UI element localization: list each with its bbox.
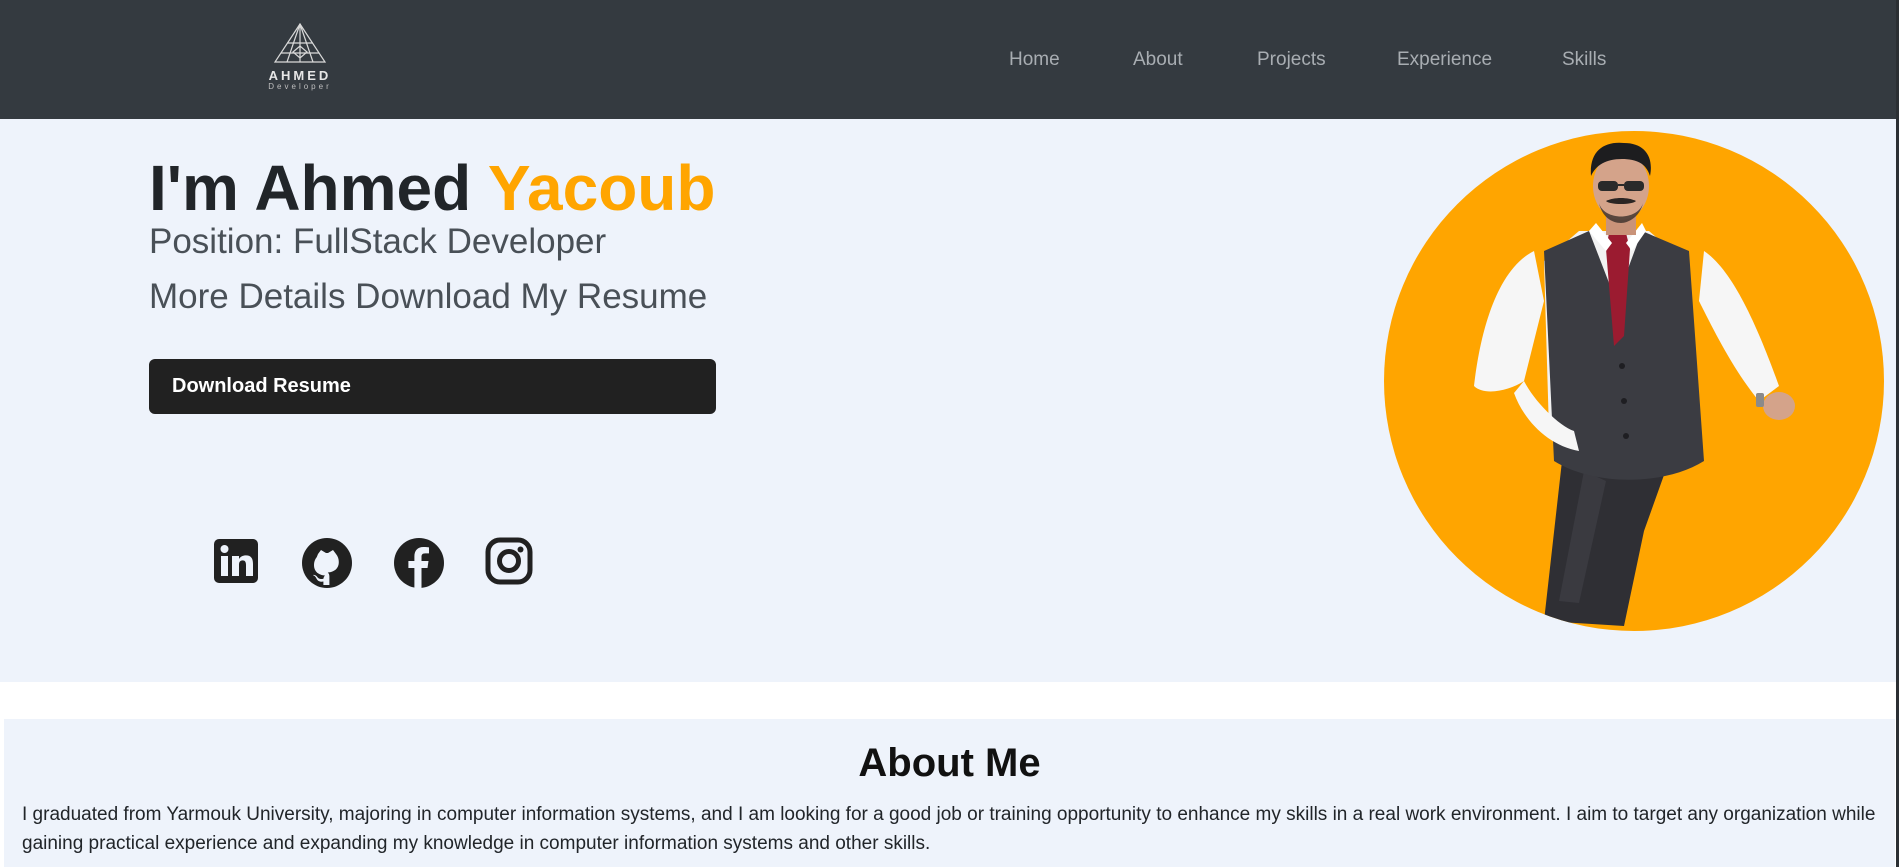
instagram-link[interactable] bbox=[485, 537, 537, 589]
facebook-icon bbox=[394, 538, 444, 588]
hero-title: I'm Ahmed Yacoub bbox=[149, 149, 715, 227]
brand-logo[interactable]: AHMED Developer bbox=[255, 22, 345, 94]
github-link[interactable] bbox=[301, 537, 353, 589]
nav-link-experience[interactable]: Experience bbox=[1397, 47, 1492, 73]
hero-details: More Details Download My Resume bbox=[149, 277, 708, 316]
instagram-icon bbox=[485, 537, 533, 585]
github-icon bbox=[302, 538, 352, 588]
nav-link-about[interactable]: About bbox=[1133, 47, 1183, 73]
about-section: About Me I graduated from Yarmouk Univer… bbox=[4, 719, 1895, 867]
section-divider bbox=[0, 682, 1899, 719]
nav-link-home[interactable]: Home bbox=[1009, 47, 1060, 73]
download-resume-button[interactable]: Download Resume bbox=[149, 359, 716, 414]
brand-subtitle: Developer bbox=[268, 82, 332, 91]
hero-position: Position: FullStack Developer bbox=[149, 222, 607, 261]
about-title: About Me bbox=[858, 741, 1041, 785]
nav-link-projects[interactable]: Projects bbox=[1257, 47, 1326, 73]
hero-title-prefix: I'm Ahmed bbox=[149, 152, 488, 224]
hero-section: I'm Ahmed Yacoub Position: FullStack Dev… bbox=[0, 119, 1899, 682]
hero-title-accent: Yacoub bbox=[487, 152, 716, 224]
nav-link-skills[interactable]: Skills bbox=[1562, 47, 1606, 73]
linkedin-icon bbox=[214, 539, 258, 583]
about-text: I graduated from Yarmouk University, maj… bbox=[22, 804, 1876, 854]
profile-avatar bbox=[1384, 131, 1884, 631]
navbar: AHMED Developer Home About Projects Expe… bbox=[0, 0, 1899, 119]
brand-name: AHMED bbox=[268, 68, 332, 83]
facebook-link[interactable] bbox=[393, 537, 445, 589]
person-portrait bbox=[1474, 142, 1795, 626]
logo-pyramid-icon bbox=[273, 22, 327, 63]
linkedin-link[interactable] bbox=[212, 537, 264, 589]
